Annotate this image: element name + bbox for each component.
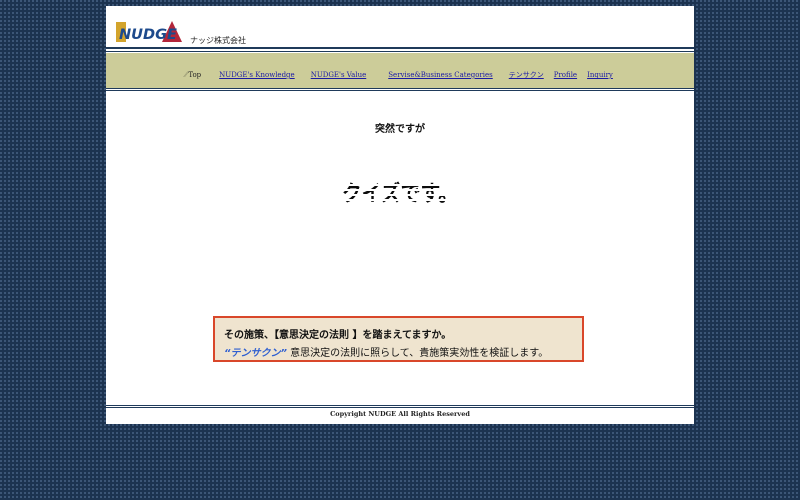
tensakun-highlight: “テンサクン”: [224, 348, 287, 359]
footer-copyright: Copyright NUDGE All Rights Reserved: [330, 410, 470, 418]
nav-bar: ⁄⁄ Top NUDGE's Knowledge NUDGE's Value S…: [106, 53, 694, 88]
nav-link-inquiry[interactable]: Inquiry: [587, 71, 613, 79]
logo-text: NUDGE: [119, 27, 177, 43]
callout-box: その施策、【意思決定の法則 】を踏まえてますか。 “テンサクン” 意思決定の法則…: [213, 316, 584, 362]
nav-rule-thin-2: [106, 90, 694, 91]
page-container: NUDGE ナッジ株式会社 ⁄⁄ Top NUDGE's Knowledge N…: [106, 6, 694, 424]
nav-top[interactable]: ⁄⁄ Top: [185, 71, 201, 79]
footer-rule-1: [106, 405, 694, 406]
header-rule-thin: [106, 51, 694, 52]
page-heading: 突然ですが: [375, 124, 425, 135]
top-mark-icon: ⁄⁄: [185, 71, 188, 79]
callout-headline: その施策、【意思決定の法則 】を踏まえてますか。: [224, 330, 452, 341]
nav-rule-thin-1: [106, 88, 694, 89]
nav-items: ⁄⁄ Top NUDGE's Knowledge NUDGE's Value S…: [185, 70, 613, 80]
header-rule-thick: [106, 47, 694, 49]
nav-link-categories[interactable]: Servise&Business Categories: [388, 71, 493, 79]
nav-link-tensakun[interactable]: テンサクン: [509, 70, 544, 80]
nav-top-label: Top: [188, 71, 202, 79]
footer-rule-2: [106, 407, 694, 408]
nav-link-value[interactable]: NUDGE's Value: [311, 71, 367, 79]
quiz-title: クイズです。: [341, 182, 459, 207]
callout-description: “テンサクン” 意思決定の法則に照らして、貴施策実効性を検証します。: [224, 344, 548, 359]
nudge-logo[interactable]: NUDGE: [116, 19, 182, 45]
nav-link-profile[interactable]: Profile: [554, 71, 577, 79]
callout-description-text: 意思決定の法則に照らして、貴施策実効性を検証します。: [286, 348, 549, 359]
company-name: ナッジ株式会社: [190, 36, 246, 45]
header: NUDGE ナッジ株式会社: [106, 6, 694, 48]
nav-link-knowledge[interactable]: NUDGE's Knowledge: [219, 71, 295, 79]
